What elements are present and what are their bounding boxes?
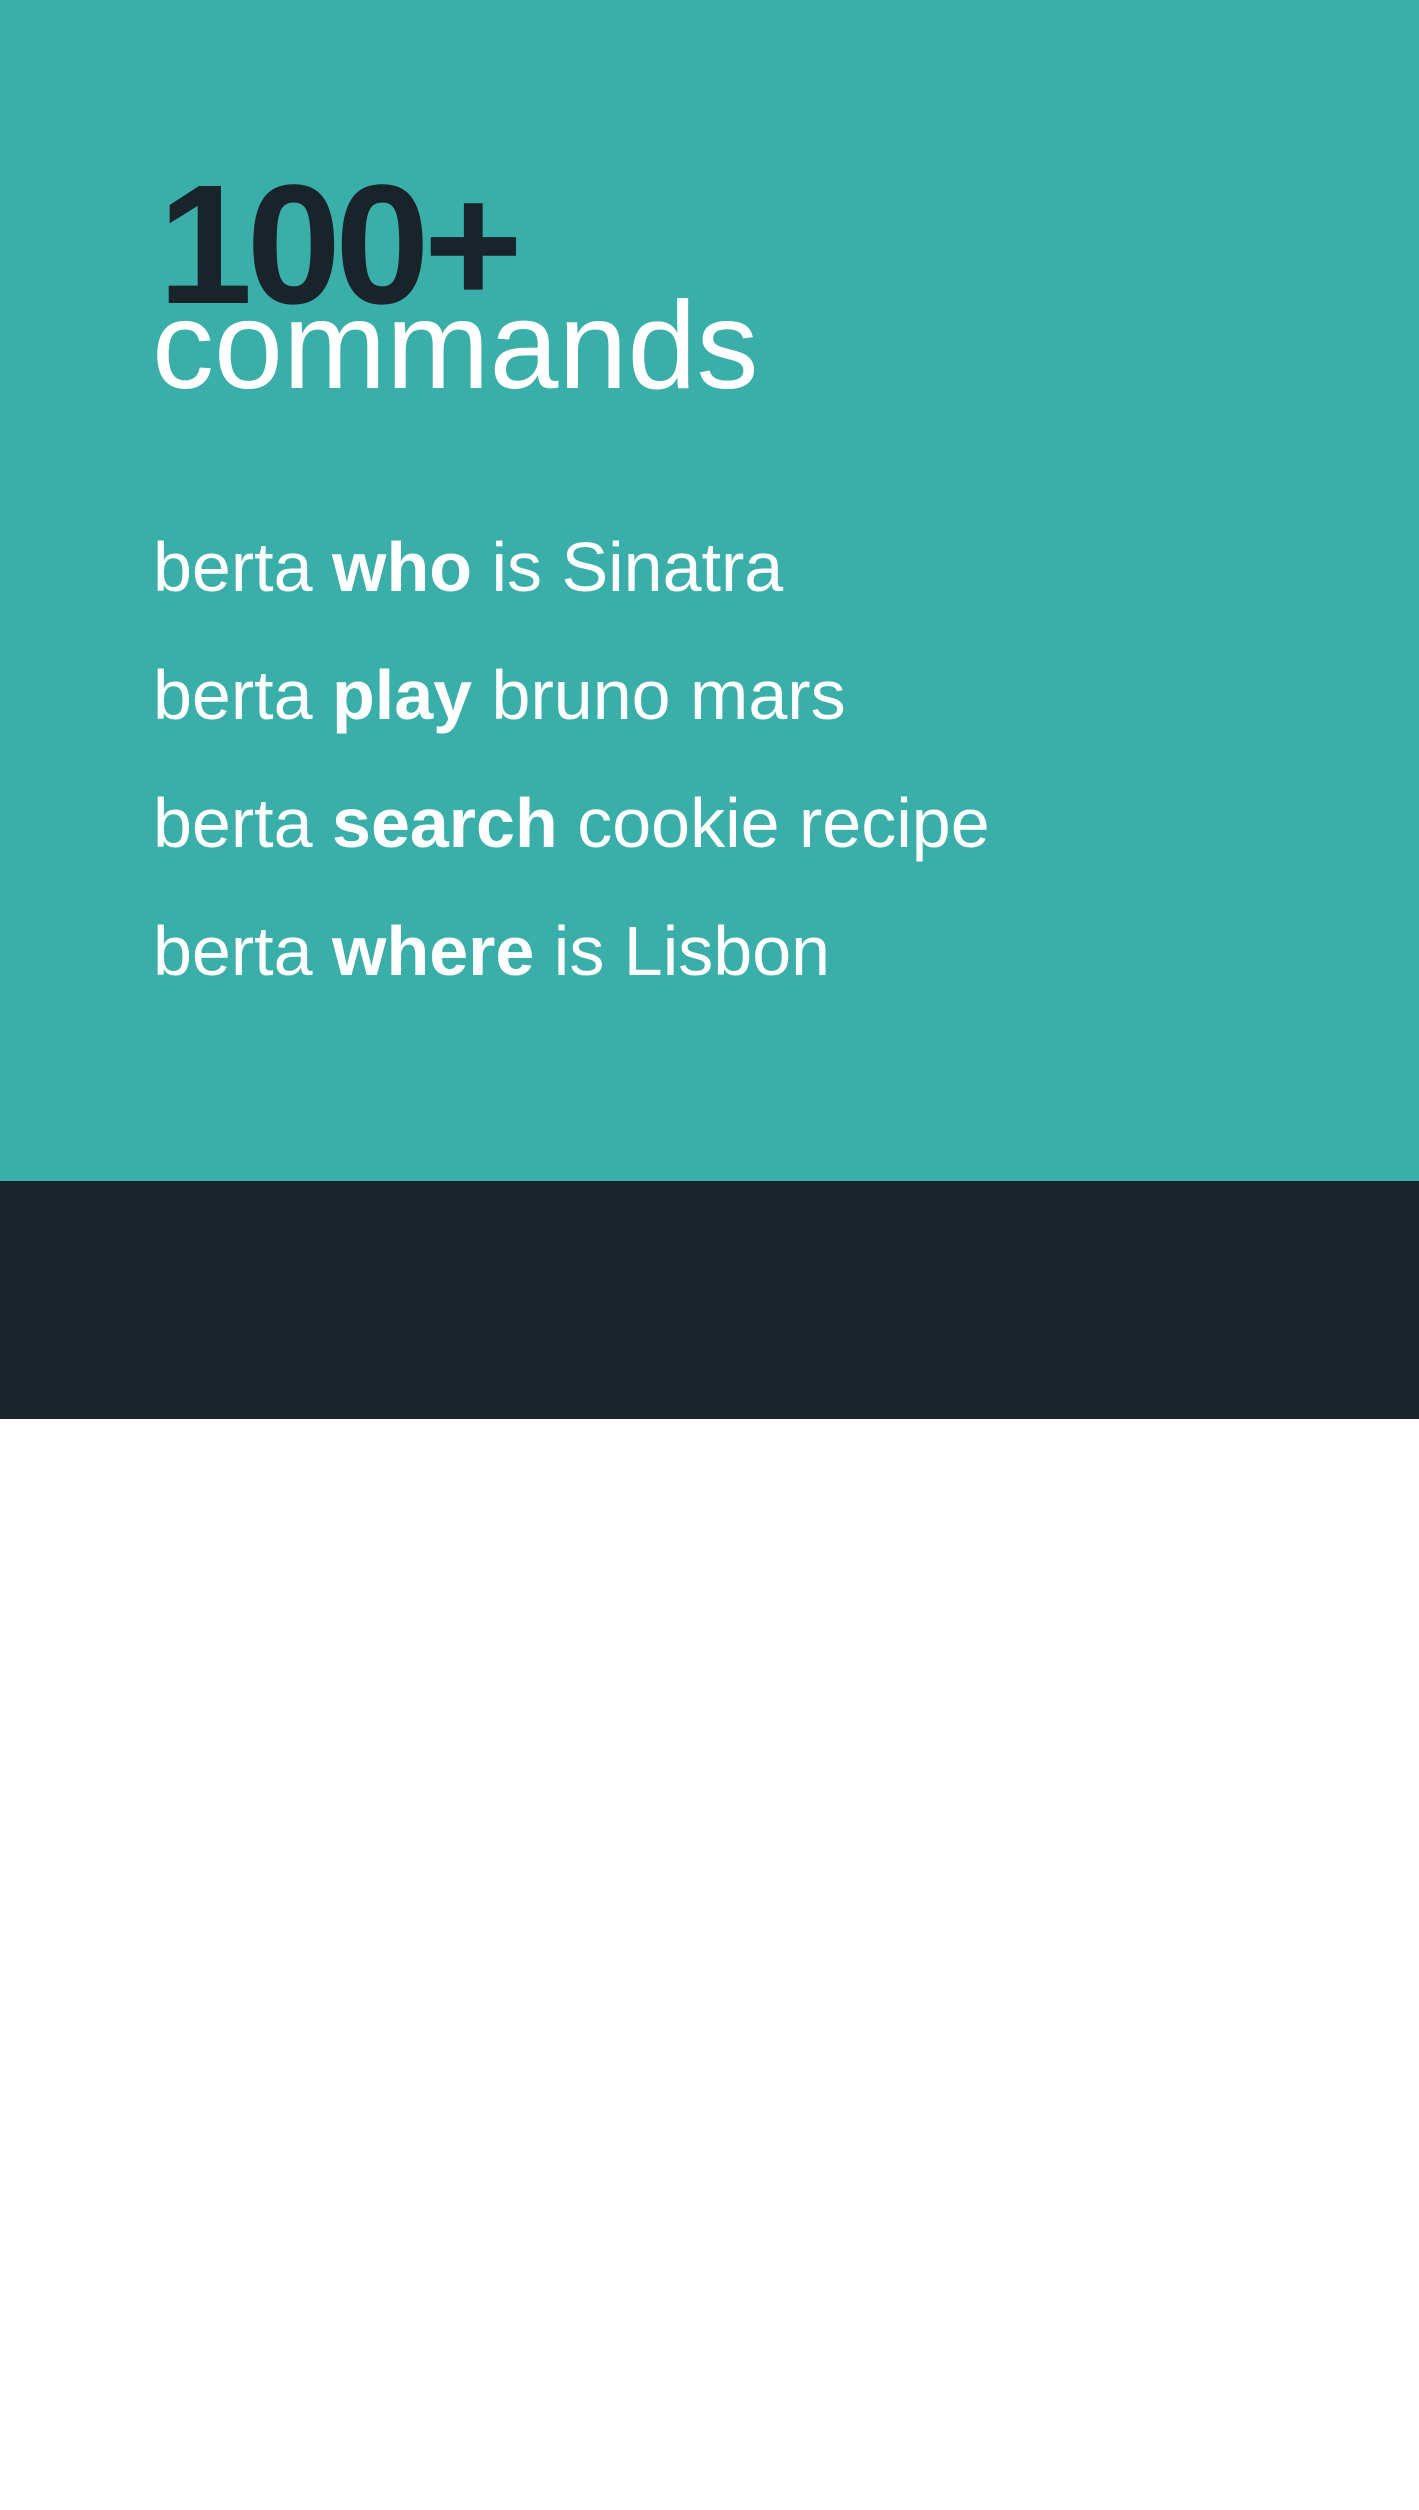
command-example: berta where is Lisbon (153, 916, 830, 986)
command-keyword: where (332, 912, 535, 990)
command-suffix: is Sinatra (491, 528, 784, 606)
commands-panel: 100+ commands berta who is Sinatra berta… (0, 0, 1419, 1181)
command-suffix: is Lisbon (553, 912, 831, 990)
command-prefix: berta (153, 656, 313, 734)
footer-label: SMART SPEAKER (158, 2445, 650, 2510)
command-example: berta who is Sinatra (153, 532, 783, 602)
footer-bar: SMART SPEAKER (0, 1181, 1419, 2507)
command-keyword: who (332, 528, 472, 606)
headline-word: commands (152, 277, 759, 415)
command-keyword: search (332, 784, 558, 862)
command-prefix: berta (153, 784, 313, 862)
command-example: berta search cookie recipe (153, 788, 990, 858)
command-suffix: cookie recipe (577, 784, 990, 862)
command-suffix: bruno mars (491, 656, 846, 734)
command-prefix: berta (153, 528, 313, 606)
command-keyword: play (332, 656, 473, 734)
command-example: berta play bruno mars (153, 660, 846, 730)
command-prefix: berta (153, 912, 313, 990)
